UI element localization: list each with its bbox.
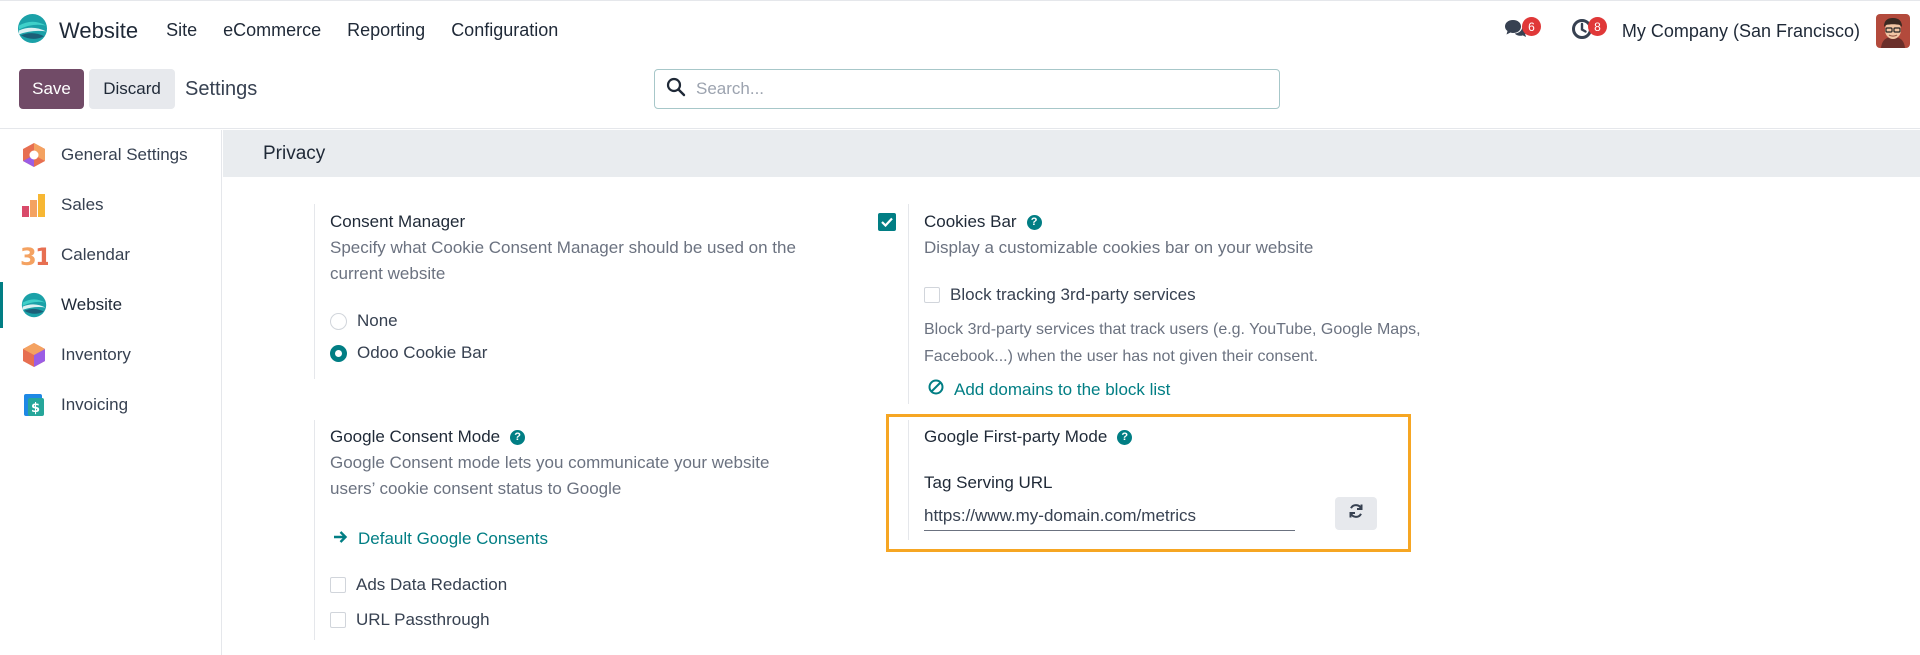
discard-button[interactable]: Discard [89,69,175,109]
sidebar-item-label: Invoicing [61,395,129,414]
section-header: Privacy [223,130,1920,177]
main-menu: Site eCommerce Reporting Configuration [153,20,571,41]
save-button[interactable]: Save [19,69,84,109]
menu-ecommerce[interactable]: eCommerce [210,20,334,41]
search-box [654,69,1280,109]
consent-manager-title-text: Consent Manager [330,212,466,231]
activities-button[interactable]: 8 [1564,13,1607,49]
sidebar-item-sales[interactable]: Sales [0,180,221,230]
company-switcher[interactable]: My Company (San Francisco) [1622,21,1860,42]
sidebar-item-calendar[interactable]: 3 1 Calendar [0,230,221,280]
google-consent-title: Google Consent Mode ? [330,427,526,447]
cookies-bar-title-text: Cookies Bar [924,212,1017,231]
radio-option-none[interactable]: None [330,311,398,331]
page-title: Settings [185,78,258,100]
consent-manager-desc-line2: current website [330,264,446,283]
block-tracking-option[interactable]: Block tracking 3rd-party services [924,285,1196,305]
sidebar-item-label: General Settings [61,145,188,164]
url-passthrough-label: URL Passthrough [356,610,490,629]
help-icon[interactable]: ? [1117,429,1133,445]
tag-serving-url-label: Tag Serving URL [924,473,1053,492]
invoicing-icon: $ [20,391,48,419]
user-avatar[interactable] [1876,14,1910,48]
sidebar-item-inventory[interactable]: Inventory [0,330,221,380]
tag-serving-url-input[interactable] [924,501,1295,531]
app-name: Website [59,17,139,43]
activities-badge: 8 [1587,17,1607,36]
radio-odoo-cookie-bar[interactable] [330,344,347,362]
navbar-right: 6 8 My Company (San Francisco) [1498,1,1920,61]
regenerate-url-button[interactable] [1335,497,1377,530]
google-consent-title-text: Google Consent Mode [330,427,501,446]
radio-odoo-cookie-bar-label: Odoo Cookie Bar [357,343,488,362]
sidebar-item-label: Calendar [61,245,130,264]
block-tracking-checkbox[interactable] [924,287,940,303]
radio-none-label: None [357,311,398,330]
google-first-party-title: Google First-party Mode ? [924,427,1133,447]
ads-data-redaction-option[interactable]: Ads Data Redaction [330,575,507,595]
section-title: Privacy [263,143,326,164]
messages-badge: 6 [1521,17,1541,36]
google-first-party-title-text: Google First-party Mode [924,427,1108,446]
consent-manager-desc-line1: Specify what Cookie Consent Manager shou… [330,238,796,257]
website-icon [20,291,48,319]
menu-reporting[interactable]: Reporting [334,20,438,41]
search-icon [655,77,686,102]
consent-manager-setting [314,204,315,379]
help-icon[interactable]: ? [1026,214,1042,230]
menu-configuration[interactable]: Configuration [438,20,571,41]
add-domains-link[interactable]: Add domains to the block list [928,379,1170,400]
refresh-icon [1348,503,1364,524]
top-navbar: Website Site eCommerce Reporting Configu… [0,0,1920,60]
sidebar-item-label: Inventory [61,345,131,364]
sidebar-item-general-settings[interactable]: General Settings [0,130,221,180]
radio-none[interactable] [330,312,347,330]
block-tracking-desc-line2: Facebook...) when the user has not given… [924,348,1319,365]
sidebar-item-invoicing[interactable]: $ Invoicing [0,380,221,430]
sidebar-item-website[interactable]: Website [0,280,221,330]
url-passthrough-option[interactable]: URL Passthrough [330,610,490,630]
inventory-icon [20,341,48,369]
google-consent-desc-line1: Google Consent mode lets you communicate… [330,453,770,472]
control-panel: Save Discard Settings [0,60,1920,129]
sidebar-item-label: Sales [61,195,104,214]
ads-data-redaction-checkbox[interactable] [330,577,346,593]
cookies-bar-checkbox[interactable] [878,213,896,231]
block-tracking-label: Block tracking 3rd-party services [950,285,1196,304]
radio-option-odoo-cookie-bar[interactable]: Odoo Cookie Bar [330,343,487,363]
block-tracking-desc-line1: Block 3rd-party services that track user… [924,321,1421,338]
arrow-right-icon [333,529,358,549]
settings-sidebar: General Settings Sales 3 1 Calendar Webs… [0,130,222,655]
ads-data-redaction-label: Ads Data Redaction [356,575,508,594]
general-settings-icon [20,141,48,169]
sidebar-item-label: Website [61,295,123,314]
svg-text:1: 1 [35,243,48,268]
calendar-icon: 3 1 [20,241,48,269]
google-consent-desc-line2: users’ cookie consent status to Google [330,479,622,498]
svg-text:$: $ [31,401,40,416]
help-icon[interactable]: ? [510,429,526,445]
google-consent-setting [314,420,315,640]
google-first-party-setting [908,420,909,540]
messages-button[interactable]: 6 [1498,13,1541,49]
search-input[interactable] [696,79,1256,99]
add-domains-label: Add domains to the block list [954,379,1171,399]
consent-manager-title: Consent Manager [330,212,465,232]
default-google-consents-link[interactable]: Default Google Consents [333,529,548,549]
cookies-bar-title: Cookies Bar ? [924,212,1042,232]
url-passthrough-checkbox[interactable] [330,612,346,628]
website-app-icon [17,13,48,49]
sales-icon [20,191,48,219]
cookies-bar-desc: Display a customizable cookies bar on yo… [924,238,1314,257]
cookies-bar-setting [908,204,909,404]
menu-site[interactable]: Site [153,20,210,41]
ban-icon [928,379,954,400]
default-google-consents-label: Default Google Consents [358,529,548,548]
app-brand[interactable]: Website [17,13,138,49]
